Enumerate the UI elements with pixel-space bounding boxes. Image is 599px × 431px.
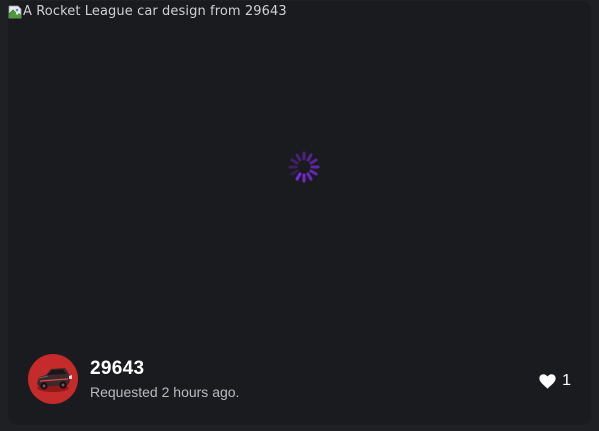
spinner-segment [309,169,318,176]
spinner-segment [295,153,302,162]
heart-icon [539,373,556,389]
spinner-segment [306,172,313,181]
spinner-segment [290,158,299,165]
spinner-segment [309,158,318,165]
broken-image-icon [8,5,22,19]
request-timestamp: Requested 2 hours ago. [90,384,240,400]
spinner-segment [306,153,313,162]
username[interactable]: 29643 [90,358,144,380]
like-button[interactable]: 1 [539,372,571,390]
user-avatar[interactable] [28,354,78,404]
car-avatar-image [37,368,72,392]
design-card[interactable]: A Rocket League car design from 29643 29… [8,1,591,425]
image-alt-text: A Rocket League car design from 29643 [23,4,287,19]
spinner-segment [295,172,302,181]
loading-spinner-icon [288,151,320,183]
design-image[interactable]: A Rocket League car design from 29643 [8,4,287,20]
like-count: 1 [562,372,571,389]
card-footer: 29643 Requested 2 hours ago. 1 [28,354,571,404]
spinner-segment [290,169,299,176]
